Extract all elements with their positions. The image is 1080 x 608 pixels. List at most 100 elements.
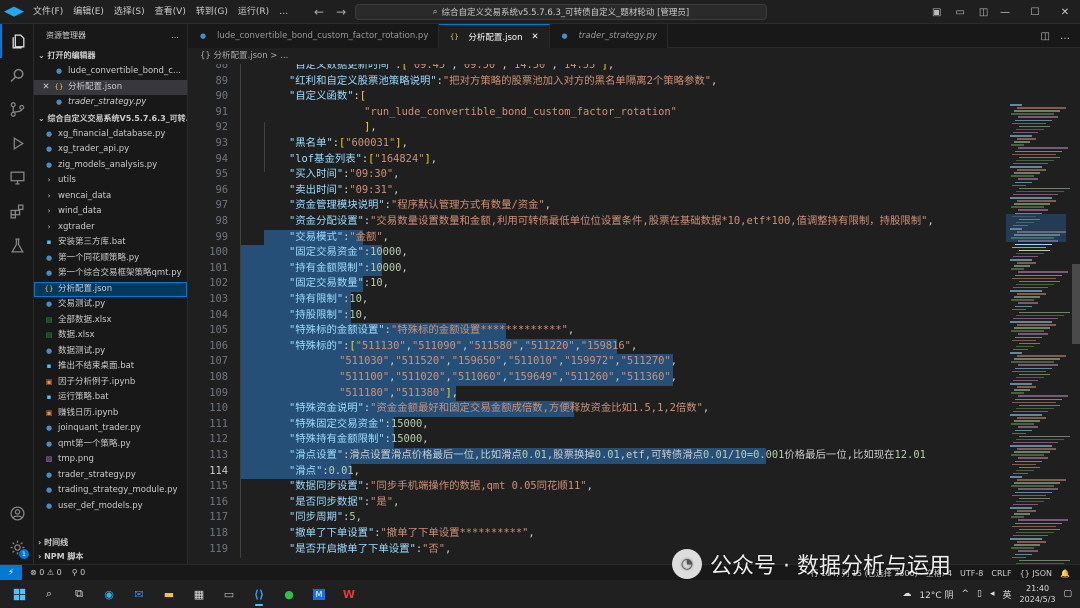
menu-edit[interactable]: 编辑(E): [68, 0, 109, 24]
run-debug-icon[interactable]: [0, 126, 34, 160]
file-item[interactable]: ● zig_models_analysis.py: [34, 158, 187, 174]
folder-item[interactable]: › utils: [34, 173, 187, 189]
language-mode[interactable]: {} JSON: [1020, 569, 1052, 578]
explorer-icon[interactable]: [0, 24, 34, 58]
store-icon[interactable]: ▦: [184, 580, 214, 608]
menu-selection[interactable]: 选择(S): [109, 0, 150, 24]
search-activity-icon[interactable]: [0, 58, 34, 92]
file-item[interactable]: ▤ 数据.xlsx: [34, 328, 187, 344]
command-center-search[interactable]: ⌕ 综合自定义交易系统v5.5.7.6.3_可转债自定义_题材轮动 [管理员]: [355, 4, 767, 20]
file-item[interactable]: ● trading_strategy_module.py: [34, 483, 187, 499]
terminal-icon[interactable]: ▭: [214, 580, 244, 608]
file-item[interactable]: ● qmt第一个策略.py: [34, 437, 187, 453]
app-m-icon[interactable]: M: [304, 580, 334, 608]
menu-more[interactable]: …: [274, 0, 293, 24]
open-editor-item[interactable]: ● lude_convertible_bond_c...: [34, 64, 187, 80]
network-icon[interactable]: ▯: [977, 589, 982, 599]
editor-tab[interactable]: ● lude_convertible_bond_custom_factor_rot…: [188, 24, 440, 48]
minimap-viewport[interactable]: [1006, 214, 1066, 242]
editor-tab[interactable]: {} 分析配置.json ✕: [439, 24, 550, 48]
file-item[interactable]: {} 分析配置.json: [34, 281, 187, 297]
clock[interactable]: 21:40 2024/5/3: [1020, 583, 1056, 605]
file-item[interactable]: ● 第一个同花顺策略.py: [34, 251, 187, 267]
more-actions-icon[interactable]: …: [171, 24, 179, 48]
volume-icon[interactable]: ◂: [990, 589, 995, 599]
remote-indicator-icon[interactable]: ⚡: [0, 564, 22, 581]
source-control-icon[interactable]: [0, 92, 34, 126]
folder-item[interactable]: › xgtrader: [34, 220, 187, 236]
editor-tab[interactable]: ● trader_strategy.py: [549, 24, 668, 48]
layout-icon[interactable]: ▣: [932, 7, 941, 18]
breadcrumb[interactable]: {} 分析配置.json > ...: [188, 48, 1080, 64]
file-explorer-icon[interactable]: ▬: [154, 580, 184, 608]
folder-item[interactable]: › wind_data: [34, 204, 187, 220]
file-item[interactable]: ▪ 推出不结束桌面.bat: [34, 359, 187, 375]
editor-more-icon[interactable]: …: [1060, 31, 1070, 42]
open-editor-label: lude_convertible_bond_c...: [68, 66, 181, 76]
file-item[interactable]: ● 交易测试.py: [34, 297, 187, 313]
code-editor[interactable]: 88 "自定义数据更新时间":["09:45","09:50","14:50",…: [188, 64, 1080, 564]
file-item[interactable]: ● joinquant_trader.py: [34, 421, 187, 437]
open-editors-header[interactable]: ⌄ 打开的编辑器: [34, 48, 187, 64]
file-item[interactable]: ● trader_strategy.py: [34, 468, 187, 484]
remote-explorer-icon[interactable]: [0, 160, 34, 194]
input-lang[interactable]: 英: [1003, 588, 1012, 601]
settings-gear-icon[interactable]: 1: [0, 530, 34, 564]
notifications-bell-icon[interactable]: 🔔: [1060, 569, 1070, 578]
vscode-taskbar-icon[interactable]: ⟨⟩: [244, 580, 274, 608]
close-editor-icon[interactable]: ✕: [40, 80, 52, 96]
open-editor-item[interactable]: ✕{} 分析配置.json: [34, 79, 187, 96]
tray-chevron-icon[interactable]: ^: [962, 589, 970, 599]
menu-file[interactable]: 文件(F): [28, 0, 68, 24]
minimap-line: [1010, 538, 1042, 540]
encoding[interactable]: UTF-8: [960, 569, 983, 578]
menu-run[interactable]: 运行(R): [233, 0, 274, 24]
weather-text[interactable]: 12°C 阴: [919, 588, 953, 601]
close-tab-icon[interactable]: ✕: [531, 32, 538, 42]
file-item[interactable]: ▣ 因子分析例子.ipynb: [34, 375, 187, 391]
file-item[interactable]: ● 数据测试.py: [34, 344, 187, 360]
file-item[interactable]: ● user_def_models.py: [34, 499, 187, 515]
back-arrow-icon[interactable]: ←: [314, 5, 324, 19]
mail-icon[interactable]: ✉: [124, 580, 154, 608]
wps-icon[interactable]: W: [334, 580, 364, 608]
file-item[interactable]: ▤ 全部数据.xlsx: [34, 313, 187, 329]
menu-view[interactable]: 查看(V): [150, 0, 191, 24]
menu-go[interactable]: 转到(G): [191, 0, 233, 24]
forward-arrow-icon[interactable]: →: [336, 5, 346, 19]
split-editor-icon[interactable]: ◫: [1041, 31, 1050, 42]
open-editor-item[interactable]: ● trader_strategy.py: [34, 95, 187, 111]
start-windows-icon[interactable]: [4, 580, 34, 608]
folder-item[interactable]: › wencai_data: [34, 189, 187, 205]
notification-center-icon[interactable]: ▢: [1063, 589, 1072, 599]
maximize-button[interactable]: ☐: [1020, 7, 1050, 18]
minimap-line: [1013, 162, 1048, 165]
panel-icon[interactable]: ▭: [955, 7, 964, 18]
sidebar-toggle-icon[interactable]: ◫: [979, 7, 988, 18]
taskbar-search-icon[interactable]: ⌕: [34, 580, 64, 608]
timeline-header[interactable]: › 时间线: [34, 536, 187, 550]
account-icon[interactable]: [0, 496, 34, 530]
file-item[interactable]: ● 第一个综合交易框架策略qmt.py: [34, 266, 187, 282]
task-view-icon[interactable]: ⧉: [64, 580, 94, 608]
file-item[interactable]: ▨ tmp.png: [34, 452, 187, 468]
file-item[interactable]: ▪ 安装第三方库.bat: [34, 235, 187, 251]
minimap[interactable]: [1006, 104, 1070, 564]
minimize-button[interactable]: —: [990, 7, 1020, 18]
npm-scripts-header[interactable]: › NPM 脚本: [34, 550, 187, 564]
weather-icon[interactable]: ☁: [902, 589, 911, 599]
extensions-icon[interactable]: [0, 194, 34, 228]
wechat-icon[interactable]: ●: [274, 580, 304, 608]
file-item[interactable]: ▪ 运行策略.bat: [34, 390, 187, 406]
problems-indicator[interactable]: ⊗ 0 ⚠ 0: [30, 568, 62, 577]
file-item[interactable]: ▣ 赚钱日历.ipynb: [34, 406, 187, 422]
file-item[interactable]: ● xg_financial_database.py: [34, 127, 187, 143]
close-button[interactable]: ✕: [1050, 7, 1080, 18]
testing-flask-icon[interactable]: [0, 228, 34, 262]
file-item[interactable]: ● xg_trader_api.py: [34, 142, 187, 158]
ports-indicator[interactable]: ⚲ 0: [72, 568, 86, 577]
project-folder-header[interactable]: ⌄ 综合自定义交易系统V5.5.7.6.3_可转...: [34, 111, 187, 127]
line-ending[interactable]: CRLF: [991, 569, 1011, 578]
edge-browser-icon[interactable]: ◉: [94, 580, 124, 608]
vertical-scrollbar[interactable]: [1072, 264, 1080, 344]
